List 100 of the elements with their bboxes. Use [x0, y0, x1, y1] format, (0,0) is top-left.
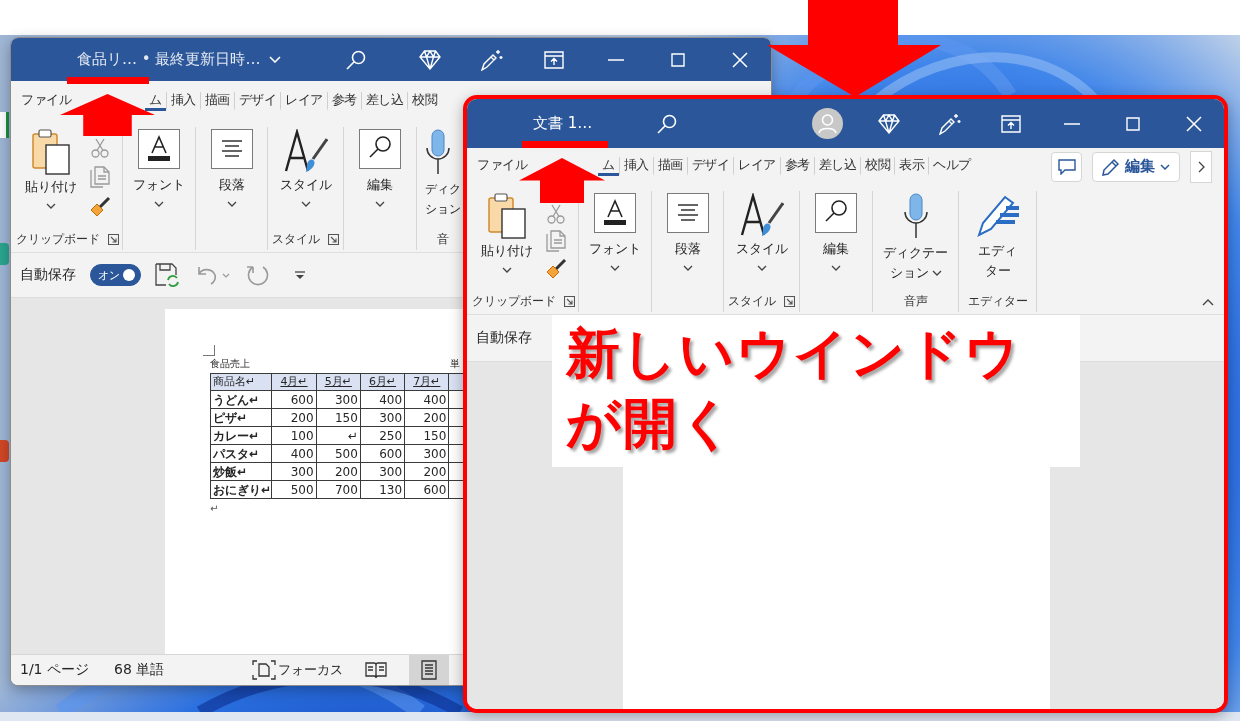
- maximize-icon[interactable]: [671, 52, 685, 67]
- brush-icon[interactable]: [88, 196, 111, 218]
- table-cell: 400: [360, 390, 405, 409]
- redo-icon[interactable]: [246, 263, 270, 287]
- editing-button[interactable]: 編集: [359, 127, 401, 228]
- pen-icon: [975, 193, 1020, 237]
- table-cell: 300: [404, 444, 449, 463]
- pencil-icon[interactable]: [938, 112, 961, 135]
- ribbon-tab[interactable]: レイア: [733, 157, 780, 176]
- search-icon[interactable]: [346, 49, 367, 70]
- window-title: 食品リ… • 最終更新日時…: [77, 50, 261, 69]
- font-icon: [594, 193, 636, 233]
- diamond-icon[interactable]: [419, 49, 441, 70]
- focus-button[interactable]: フォーカス: [252, 655, 344, 685]
- ribbon-tab[interactable]: 参考: [326, 91, 361, 111]
- autosave-label: 自動保存: [20, 266, 76, 284]
- avatar-icon[interactable]: [812, 108, 843, 139]
- editing-mode-button[interactable]: 編集: [1092, 151, 1180, 182]
- scissors-icon[interactable]: [90, 138, 109, 158]
- print-layout-button[interactable]: [409, 655, 450, 685]
- dictate-button[interactable]: ディク ション: [417, 127, 461, 228]
- ribbon-tab[interactable]: デザイ: [233, 91, 280, 111]
- scissors-icon[interactable]: [546, 204, 565, 224]
- ribbon-tab[interactable]: 参考: [779, 157, 814, 176]
- customize-icon[interactable]: [294, 270, 306, 280]
- ribbon-display-icon[interactable]: [1000, 114, 1021, 133]
- diamond-icon[interactable]: [877, 113, 900, 134]
- autosave-label: 自動保存: [476, 329, 532, 347]
- dialog-launcher-icon[interactable]: [784, 295, 795, 307]
- styles-button[interactable]: スタイル: [279, 127, 332, 228]
- ribbon-tab[interactable]: 校閲: [860, 157, 894, 176]
- autosave-toggle[interactable]: オン: [90, 264, 141, 286]
- column-header: 5月↵: [316, 373, 361, 391]
- ribbon-tab[interactable]: レイア: [280, 91, 327, 111]
- table-cell: 300: [271, 462, 317, 481]
- styles-button[interactable]: スタイル: [735, 191, 788, 290]
- clipboard-icon: [31, 129, 70, 175]
- magnifier-icon: [815, 193, 857, 233]
- desktop-icon[interactable]: [0, 112, 9, 138]
- ribbon-tab[interactable]: ファイル: [477, 157, 527, 176]
- ribbon-tab[interactable]: ヘルプ: [928, 157, 975, 176]
- dictate-button[interactable]: ディクテー ション: [883, 191, 948, 290]
- window-title: 文書 1…: [533, 114, 593, 133]
- minimize-icon[interactable]: [608, 58, 624, 61]
- ribbon-tab[interactable]: 描画: [652, 157, 687, 176]
- table-cell: 500: [316, 444, 361, 463]
- ribbon-tab[interactable]: 表示: [894, 157, 928, 176]
- document-heading: 食品売上: [210, 358, 250, 370]
- pen-icon: [1102, 157, 1120, 176]
- ribbon-tab[interactable]: 挿入: [618, 157, 653, 176]
- brush-icon[interactable]: [544, 258, 567, 280]
- dialog-launcher-icon[interactable]: [108, 233, 119, 245]
- ribbon-tab[interactable]: ファイル: [21, 91, 71, 111]
- save-icon[interactable]: [155, 263, 179, 287]
- group-label: エディター: [967, 292, 1028, 310]
- ribbon-display-icon[interactable]: [544, 50, 564, 69]
- paragraph-button[interactable]: 段落: [666, 191, 709, 290]
- table-cell: カレー↵: [210, 426, 272, 445]
- table-cell: ピザ↵: [210, 408, 272, 427]
- maximize-icon[interactable]: [1125, 116, 1140, 131]
- dialog-launcher-icon[interactable]: [328, 233, 339, 245]
- document-text: 単: [450, 358, 460, 370]
- ribbon-tab[interactable]: 描画: [199, 91, 234, 111]
- callout: 新しいウインドウが開く: [552, 315, 1080, 467]
- microphone-icon: [902, 193, 929, 239]
- dialog-launcher-icon[interactable]: [564, 295, 575, 307]
- table-cell: 100: [271, 426, 317, 445]
- ribbon-tab[interactable]: 差し込: [813, 157, 860, 176]
- paste-button[interactable]: 貼り付け: [480, 191, 533, 290]
- undo-icon[interactable]: [195, 265, 217, 285]
- editor-button[interactable]: エディ ター: [975, 191, 1020, 290]
- pencil-icon[interactable]: [481, 48, 503, 71]
- font-button[interactable]: フォント: [589, 191, 641, 290]
- column-header: 商品名↵: [210, 373, 272, 391]
- search-icon[interactable]: [656, 113, 677, 134]
- comments-button[interactable]: [1051, 151, 1082, 182]
- close-icon[interactable]: [732, 51, 748, 68]
- collapse-ribbon-icon[interactable]: [1202, 299, 1214, 306]
- ribbon-tab[interactable]: 校閲: [407, 91, 441, 111]
- word-count: 68 単語: [114, 661, 165, 679]
- close-icon[interactable]: [1185, 115, 1202, 132]
- ribbon-tab[interactable]: デザイ: [686, 157, 733, 176]
- table-cell: 130: [360, 480, 405, 499]
- minimize-icon[interactable]: [1063, 122, 1080, 125]
- table-cell: 200: [404, 408, 449, 427]
- table-cell: ↵: [316, 426, 361, 445]
- paste-button[interactable]: 貼り付け: [24, 127, 77, 228]
- chevron-right-icon: [1197, 160, 1205, 173]
- table-cell: うどん↵: [210, 390, 272, 409]
- ribbon-tab[interactable]: 差し込: [360, 91, 407, 111]
- paragraph-icon: [210, 129, 253, 169]
- ribbon-tab[interactable]: 挿入: [165, 91, 200, 111]
- font-button[interactable]: フォント: [133, 127, 185, 228]
- column-header: 7月↵: [404, 373, 449, 391]
- focus-icon: [252, 660, 277, 680]
- paragraph-button[interactable]: 段落: [210, 127, 253, 228]
- table-cell: 600: [404, 480, 449, 499]
- table-cell: 300: [360, 408, 405, 427]
- table-cell: 300: [316, 390, 361, 409]
- editing-button[interactable]: 編集: [815, 191, 857, 290]
